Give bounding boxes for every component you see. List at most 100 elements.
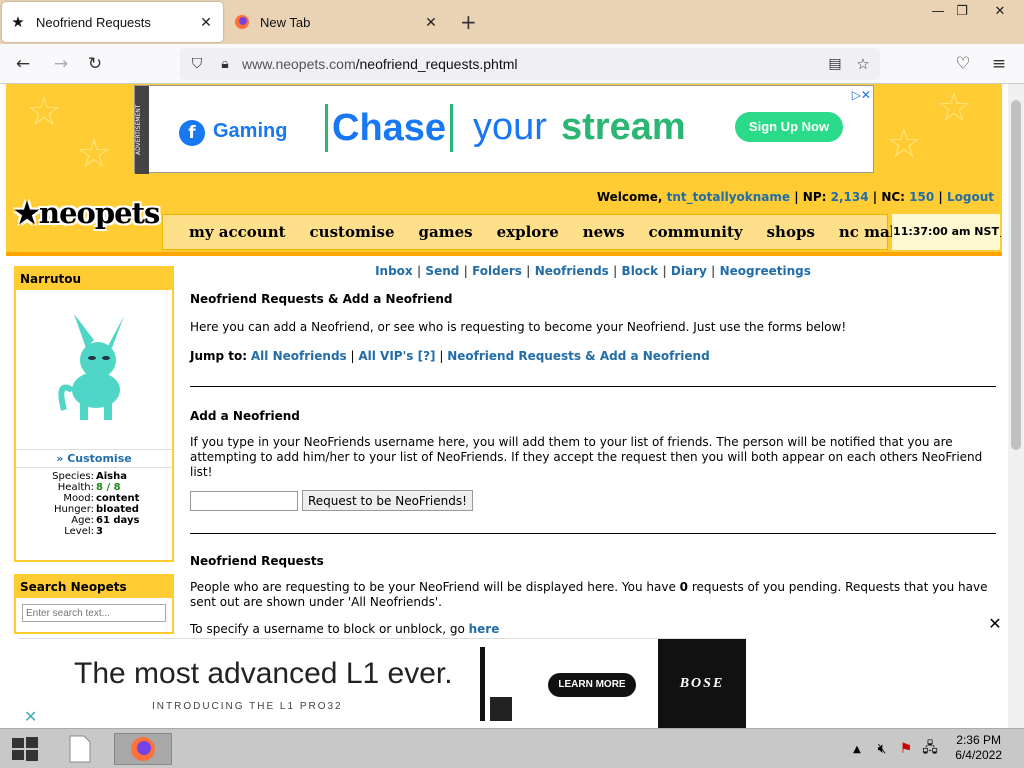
- block-text-a: To specify a username to block or unbloc…: [190, 622, 469, 636]
- star-icon: ★: [11, 14, 25, 31]
- menu-icon[interactable]: ≡: [988, 53, 1010, 75]
- menu-explore[interactable]: explore: [497, 223, 559, 241]
- stat-label: Mood:: [63, 493, 94, 504]
- add-form: Request to be NeoFriends!: [190, 490, 996, 511]
- nc-value[interactable]: 150: [909, 190, 934, 204]
- page-title: Neofriend Requests & Add a Neofriend: [190, 292, 453, 306]
- subnav-send[interactable]: Send: [425, 264, 459, 278]
- bookmark-star-icon[interactable]: ☆: [852, 53, 874, 75]
- ad-chase-text: Chase: [325, 104, 454, 152]
- aisha-pet-icon: [58, 314, 124, 420]
- pet-image[interactable]: [16, 290, 172, 450]
- restore-icon[interactable]: ❐: [952, 4, 972, 19]
- requests-heading: Neofriend Requests: [190, 554, 324, 568]
- close-window-icon[interactable]: ✕: [990, 4, 1010, 19]
- system-clock[interactable]: 2:36 PM 6/4/2022: [955, 733, 1002, 763]
- customise-link[interactable]: » Customise: [16, 450, 172, 468]
- neomail-subnav: Inbox | Send | Folders | Neofriends | Bl…: [375, 264, 811, 278]
- stat-label: Age:: [71, 515, 94, 526]
- np-value[interactable]: 2,134: [831, 190, 869, 204]
- close-ad-icon[interactable]: ✕: [984, 614, 1006, 634]
- request-neofriend-button[interactable]: Request to be NeoFriends!: [302, 490, 473, 511]
- add-text: If you type in your NeoFriends username …: [190, 435, 983, 479]
- requests-text: People who are requesting to be your Neo…: [190, 580, 996, 610]
- menu-games[interactable]: games: [419, 223, 473, 241]
- block-link[interactable]: here: [469, 622, 500, 636]
- firefox-taskbar-icon[interactable]: [114, 733, 172, 765]
- jump-all-neofriends[interactable]: All Neofriends: [251, 349, 347, 363]
- shield-icon[interactable]: ⛉: [186, 53, 208, 75]
- back-icon[interactable]: ←: [12, 53, 34, 75]
- scrollbar-thumb[interactable]: [1011, 100, 1021, 450]
- jump-to: Jump to: All Neofriends | All VIP's [?] …: [190, 349, 710, 363]
- new-tab-button[interactable]: +: [460, 10, 477, 34]
- search-input[interactable]: [22, 604, 166, 622]
- bottom-advertisement[interactable]: The most advanced L1 ever. INTRODUCING T…: [18, 638, 746, 729]
- stat-value: 3: [96, 526, 103, 537]
- ad-learn-more-button[interactable]: LEARN MORE: [548, 673, 636, 697]
- jump-requests[interactable]: Neofriend Requests & Add a Neofriend: [447, 349, 710, 363]
- menu-community[interactable]: community: [649, 223, 743, 241]
- ad-signup-button[interactable]: Sign Up Now: [735, 112, 843, 142]
- stat-value: bloated: [96, 504, 139, 515]
- lock-icon[interactable]: 🔒︎: [214, 53, 236, 75]
- stat-row: Species: Aisha: [16, 471, 172, 482]
- block-text: To specify a username to block or unbloc…: [190, 622, 996, 637]
- url-text[interactable]: www.neopets.com/neofriend_requests.phtml: [242, 56, 517, 72]
- subnav-inbox[interactable]: Inbox: [375, 264, 413, 278]
- reader-view-icon[interactable]: ▤: [824, 53, 846, 75]
- tab-bar: ★ Neofriend Requests ✕ New Tab ✕ + — ❐ ✕: [0, 0, 1024, 44]
- reload-icon[interactable]: ↻: [84, 53, 106, 75]
- volume-muted-icon[interactable]: 🔇︎: [872, 733, 892, 765]
- site-header: ☆ ☆ ☆ ☆ ☆ ADVERTISEMENT f Gaming Chase y…: [6, 84, 1002, 256]
- stat-row: Hunger: bloated: [16, 504, 172, 515]
- main-content: Inbox | Send | Folders | Neofriends | Bl…: [190, 264, 996, 637]
- menu-news[interactable]: news: [583, 223, 625, 241]
- windows-start-icon[interactable]: [8, 733, 42, 765]
- minimize-icon[interactable]: —: [928, 4, 948, 19]
- page-scrollbar[interactable]: [1008, 84, 1024, 728]
- subnav-folders[interactable]: Folders: [472, 264, 522, 278]
- top-advertisement[interactable]: ADVERTISEMENT f Gaming Chase your stream…: [134, 85, 874, 174]
- divider: [190, 386, 996, 387]
- forward-icon[interactable]: →: [50, 53, 72, 75]
- logout-link[interactable]: Logout: [947, 190, 994, 204]
- tab-neofriend-requests[interactable]: ★ Neofriend Requests ✕: [2, 2, 223, 42]
- divider: [190, 533, 996, 534]
- tab-new-tab[interactable]: New Tab ✕: [226, 2, 448, 42]
- stat-label: Health:: [57, 482, 94, 493]
- subnav-diary[interactable]: Diary: [671, 264, 707, 278]
- page-viewport: ☆ ☆ ☆ ☆ ☆ ADVERTISEMENT f Gaming Chase y…: [0, 84, 1008, 728]
- pocket-icon[interactable]: ♡: [952, 53, 974, 75]
- subwoofer-image: [490, 697, 512, 721]
- requests-count: 0: [679, 580, 689, 594]
- address-bar[interactable]: ⛉ 🔒︎ www.neopets.com/neofriend_requests.…: [180, 48, 880, 80]
- navigation-bar: ← → ↻ ⛉ 🔒︎ www.neopets.com/neofriend_req…: [0, 44, 1024, 84]
- nc-label: NC:: [881, 190, 905, 204]
- close-tab-icon[interactable]: ✕: [197, 14, 215, 31]
- tray-chevron-icon[interactable]: ▲: [850, 733, 864, 765]
- speaker-image: [480, 647, 485, 721]
- tab-title: New Tab: [260, 14, 311, 30]
- neopets-logo[interactable]: ★neopets: [14, 196, 160, 230]
- jump-all-vips[interactable]: All VIP's [?]: [358, 349, 435, 363]
- decor-star-icon: ☆: [886, 121, 922, 167]
- subnav-neofriends[interactable]: Neofriends: [535, 264, 609, 278]
- adchoices-icon[interactable]: ✕: [24, 707, 37, 726]
- menu-my-account[interactable]: my account: [189, 223, 286, 241]
- username-link[interactable]: tnt_totallyokname: [667, 190, 790, 204]
- facebook-icon: f: [179, 120, 205, 146]
- file-explorer-icon[interactable]: [62, 733, 98, 765]
- subnav-block[interactable]: Block: [622, 264, 659, 278]
- subnav-neogreetings[interactable]: Neogreetings: [720, 264, 811, 278]
- network-icon[interactable]: 🖧︎: [920, 733, 940, 765]
- pet-name[interactable]: Narrutou: [16, 268, 172, 290]
- active-pet-panel: Narrutou » Customise Species: Aisha Healt…: [14, 266, 174, 562]
- menu-shops[interactable]: shops: [767, 223, 815, 241]
- menu-customise[interactable]: customise: [310, 223, 395, 241]
- neofriend-username-input[interactable]: [190, 490, 298, 511]
- action-center-icon[interactable]: ⚑: [896, 733, 916, 765]
- close-tab-icon[interactable]: ✕: [422, 14, 440, 31]
- nst-clock: 11:37:00 am NST: [892, 214, 1000, 250]
- adchoices-icon[interactable]: ▷✕: [852, 88, 871, 102]
